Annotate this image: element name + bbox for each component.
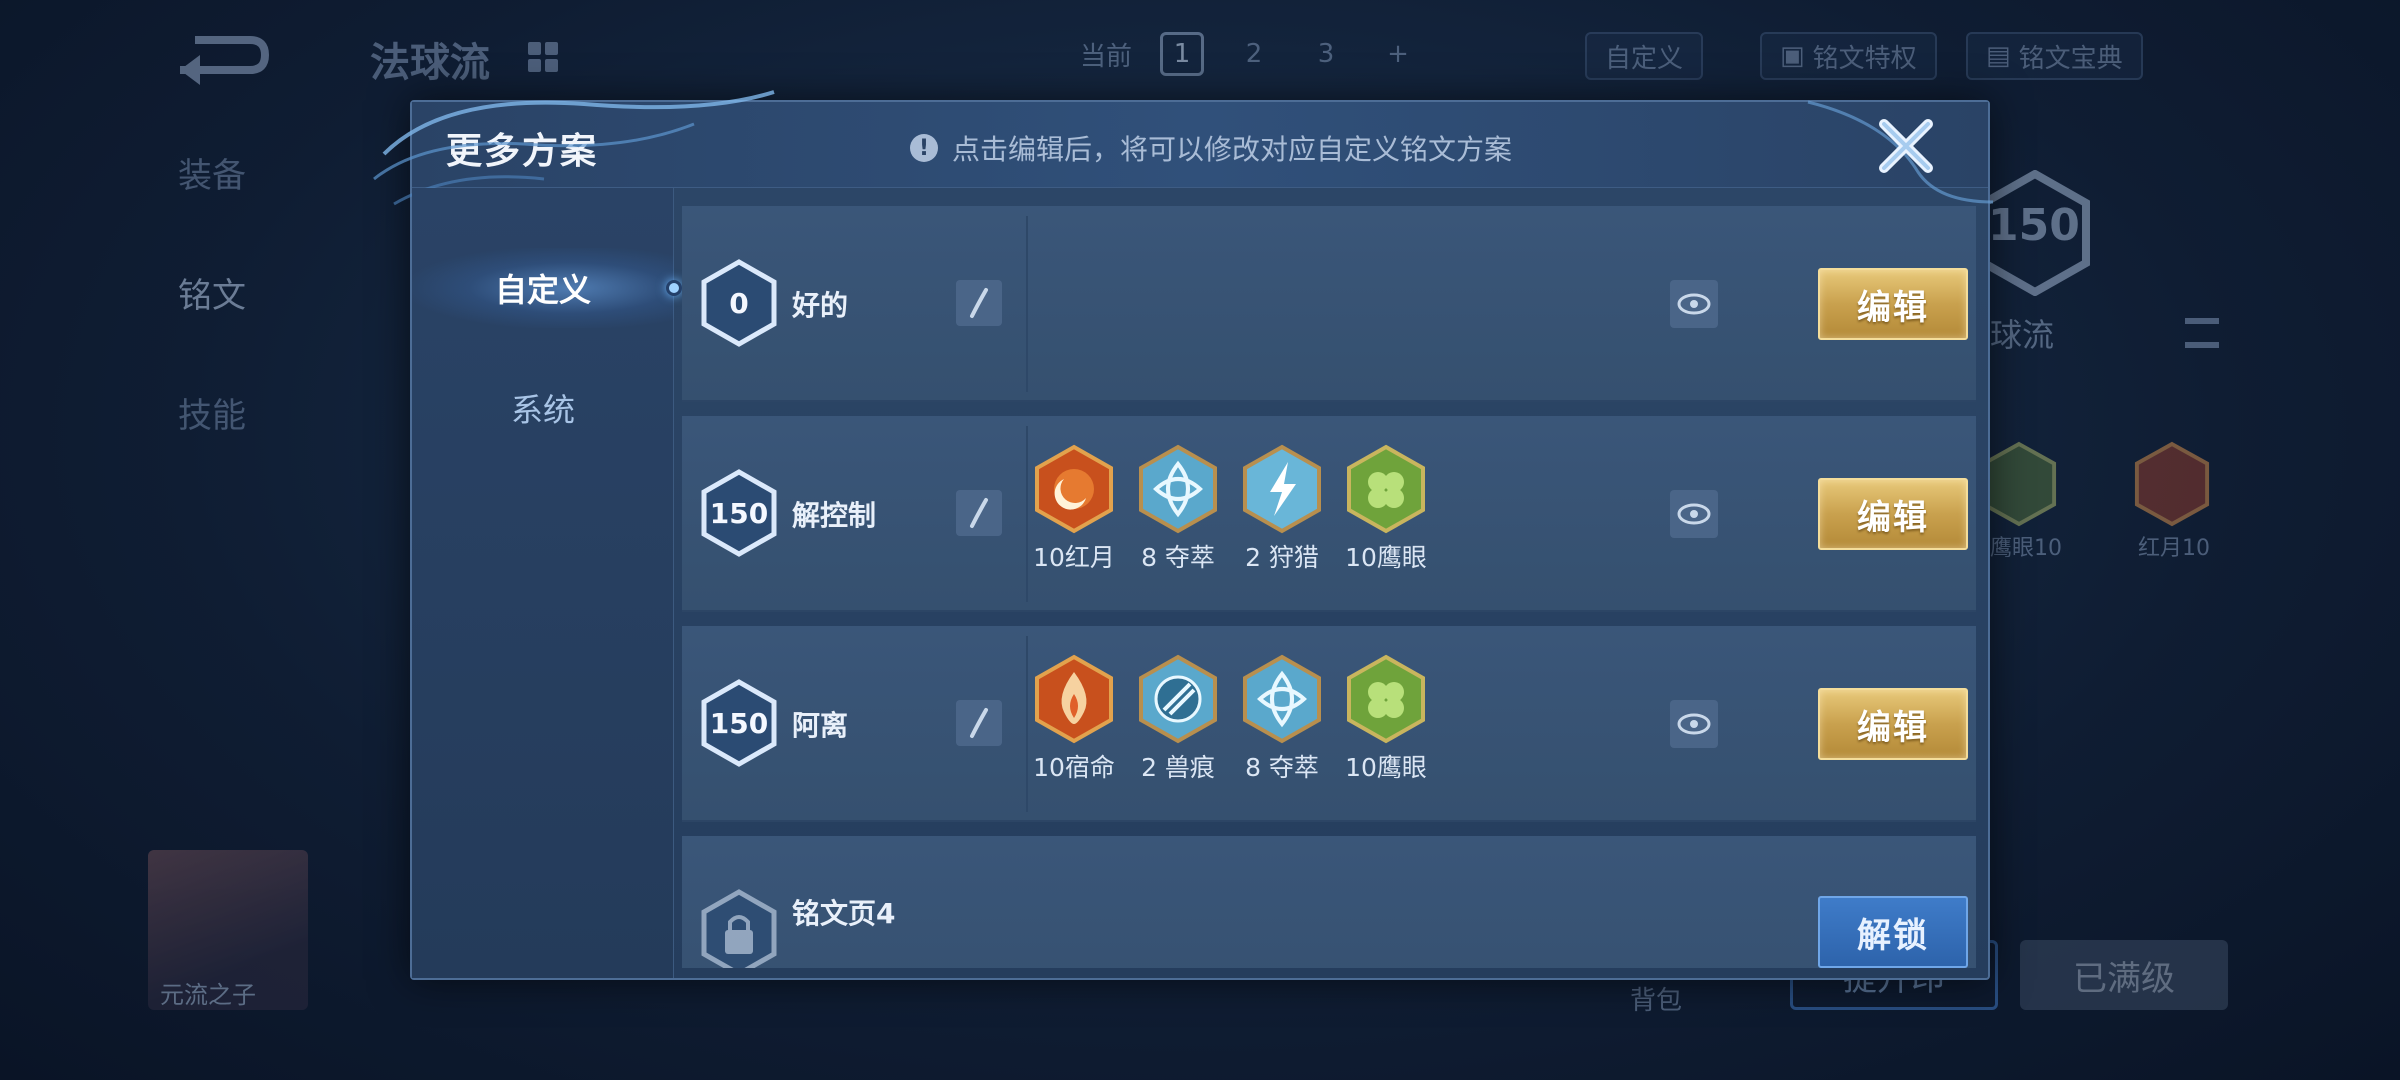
info-icon: ! [910, 134, 938, 162]
edit-button[interactable]: 编辑 [1818, 478, 1968, 550]
red-flame-rune-icon [1035, 654, 1113, 744]
codex-icon: ▤ [1986, 41, 2011, 71]
tab-system[interactable]: 系统 [412, 368, 674, 448]
rune-privilege-button[interactable]: ▣ 铭文特权 [1760, 32, 1937, 80]
plan-name: 解控制 [792, 499, 877, 532]
green-hawk-rune-icon [1347, 444, 1425, 534]
lock-icon [701, 889, 777, 968]
page-tab-3[interactable]: 3 [1304, 32, 1348, 76]
book-icon: ▣ [1780, 41, 1805, 71]
rune-label: 8 夺萃 [1245, 753, 1319, 782]
side-item-equipment[interactable]: 装备 [178, 148, 246, 197]
custom-pill[interactable]: 自定义 [1585, 32, 1704, 80]
blue-knot-rune-icon [1139, 444, 1217, 534]
tab-custom-label: 自定义 [494, 271, 591, 309]
side-item-runes[interactable]: 铭文 [178, 268, 246, 317]
tab-system-label: 系统 [510, 391, 575, 429]
page-tab-1[interactable]: 1 [1160, 32, 1205, 76]
rune-label: 10宿命 [1033, 753, 1115, 782]
back-arrow-icon[interactable] [170, 30, 270, 90]
plan-level: 150 [709, 706, 769, 740]
rune-item: 2 兽痕 [1138, 654, 1218, 784]
rune-item: 10红月 [1033, 444, 1115, 574]
rune-right-label: 红月10 [2138, 536, 2210, 561]
blue-lightning-rune-icon [1243, 444, 1321, 534]
blue-claw-rune-icon [1139, 654, 1217, 744]
plan-list[interactable]: 0 好的 编辑 150 解控制 10红月 8 夺萃 2 狩猎 10鹰眼 编辑 1… [682, 206, 1976, 968]
rune-list: 10宿命 2 兽痕 8 夺萃 10鹰眼 [1033, 654, 1427, 784]
rename-brush-icon[interactable] [956, 280, 1002, 326]
plan-row: 150 阿离 10宿命 2 兽痕 8 夺萃 10鹰眼 编辑 [682, 626, 1976, 822]
green-hawk-rune-icon [1981, 441, 2057, 527]
modal-title: 更多方案 [446, 131, 599, 172]
notice-text: 点击编辑后，将可以修改对应自定义铭文方案 [952, 133, 1513, 166]
plan-row: 0 好的 编辑 [682, 206, 1976, 402]
rune-codex-button[interactable]: ▤ 铭文宝典 [1966, 32, 2143, 80]
active-dot-icon [666, 280, 682, 296]
red-moon-rune-icon [2134, 441, 2210, 527]
rune-item: 10鹰眼 [1345, 654, 1427, 784]
red-moon-rune-icon [1035, 444, 1113, 534]
current-label: 当前 [1080, 41, 1133, 72]
rune-item: 2 狩猎 [1242, 444, 1322, 574]
rune-label: 2 兽痕 [1141, 753, 1215, 782]
preview-eye-icon[interactable] [1670, 490, 1718, 538]
modal-header: 更多方案 ! 点击编辑后，将可以修改对应自定义铭文方案 [412, 102, 1988, 188]
rune-partial-label: 鹰眼10 [1990, 536, 2062, 561]
side-item-skills[interactable]: 技能 [178, 388, 246, 437]
rune-codex-label: 铭文宝典 [2018, 43, 2123, 74]
bag-label: 背包 [1630, 986, 1683, 1016]
divider [1026, 426, 1028, 602]
build-title: 法球流 [370, 40, 490, 86]
preview-eye-icon[interactable] [1670, 280, 1718, 328]
plan-name: 铭文页4 [792, 897, 896, 930]
rune-item: 10鹰眼 [1345, 444, 1427, 574]
plan-type-tabs: 自定义 系统 [412, 188, 682, 978]
close-icon[interactable] [1874, 114, 1938, 178]
maxed-button[interactable]: 已满级 [2020, 940, 2228, 1010]
rune-item: 10宿命 [1033, 654, 1115, 784]
divider [1026, 216, 1028, 392]
edit-button[interactable]: 编辑 [1818, 268, 1968, 340]
plan-name-partial: 球流 [1990, 316, 2055, 354]
level-number: 150 [1988, 200, 2080, 251]
add-page-button[interactable]: + [1376, 32, 1420, 76]
grid-icon[interactable] [528, 42, 558, 72]
rune-list: 10红月 8 夺萃 2 狩猎 10鹰眼 [1033, 444, 1427, 574]
rune-item: 8 夺萃 [1242, 654, 1322, 784]
plan-name: 阿离 [792, 709, 849, 742]
rune-item: 8 夺萃 [1138, 444, 1218, 574]
rune-label: 10红月 [1033, 543, 1115, 572]
tab-custom[interactable]: 自定义 [412, 248, 682, 328]
rune-label: 2 狩猎 [1245, 543, 1319, 572]
rename-brush-icon[interactable] [956, 700, 1002, 746]
rune-label: 10鹰眼 [1345, 543, 1427, 572]
custom-pill-label: 自定义 [1605, 43, 1684, 74]
plan-level: 0 [729, 286, 749, 320]
plan-row-locked: 铭文页4 解锁 [682, 836, 1976, 968]
rename-brush-icon[interactable] [956, 490, 1002, 536]
plan-level: 150 [709, 496, 769, 530]
unlock-button[interactable]: 解锁 [1818, 896, 1968, 968]
hero-name: 元流之子 [160, 981, 256, 1009]
blue-knot-rune-icon [1243, 654, 1321, 744]
page-tab-2[interactable]: 2 [1232, 32, 1276, 76]
notice: ! 点击编辑后，将可以修改对应自定义铭文方案 [910, 128, 1512, 168]
rune-label: 10鹰眼 [1345, 753, 1427, 782]
plan-row: 150 解控制 10红月 8 夺萃 2 狩猎 10鹰眼 编辑 [682, 416, 1976, 612]
preview-eye-icon[interactable] [1670, 700, 1718, 748]
list-icon[interactable] [2185, 318, 2219, 348]
rune-label: 8 夺萃 [1141, 543, 1215, 572]
more-plans-modal: 更多方案 ! 点击编辑后，将可以修改对应自定义铭文方案 自定义 系统 0 好的 … [373, 90, 1994, 980]
green-hawk-rune-icon [1347, 654, 1425, 744]
plan-name: 好的 [792, 289, 849, 322]
divider [1026, 636, 1028, 812]
edit-button[interactable]: 编辑 [1818, 688, 1968, 760]
rune-privilege-label: 铭文特权 [1812, 43, 1917, 74]
rune-page-tabs: 当前 1 2 3 + [1080, 32, 1420, 76]
